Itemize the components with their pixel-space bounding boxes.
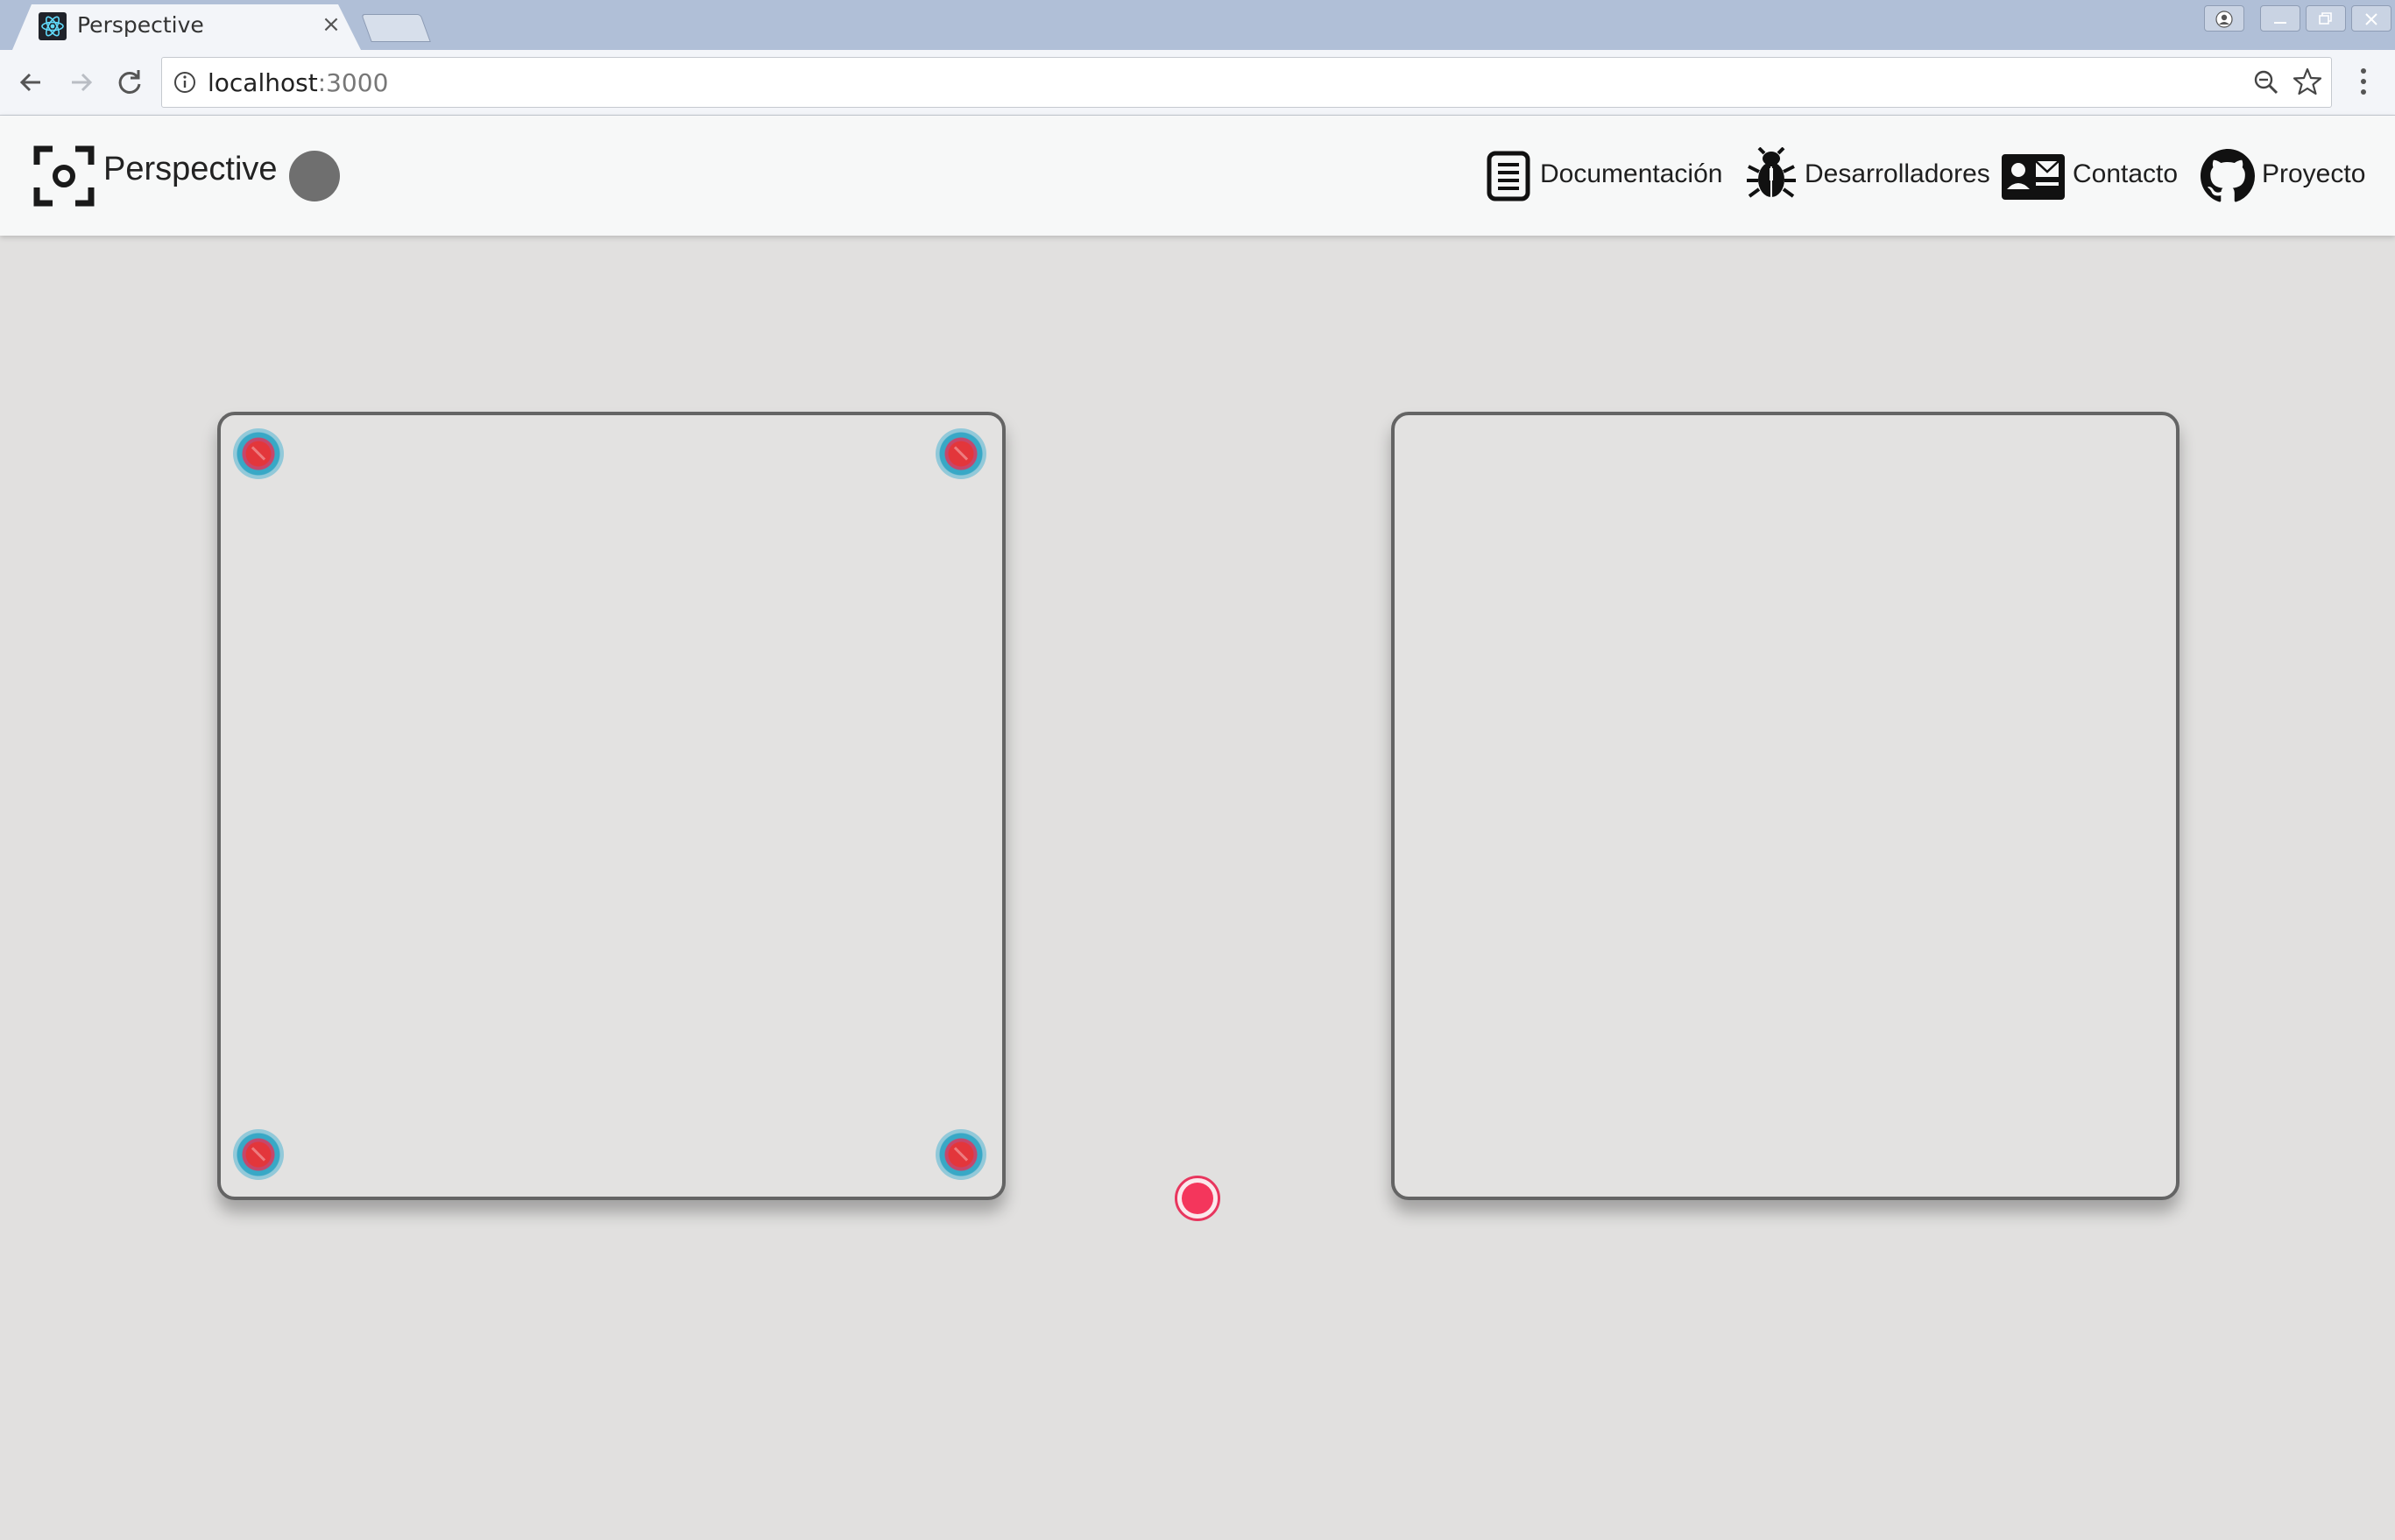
corner-handle-bottom-left[interactable] <box>233 1129 284 1180</box>
nav-link-proyecto[interactable]: Proyecto <box>2201 149 2366 202</box>
close-window-button[interactable] <box>2351 5 2391 32</box>
source-panel[interactable] <box>217 412 1006 1200</box>
restore-button[interactable] <box>2306 5 2346 32</box>
nav-label-desarrolladores: Desarrolladores <box>1805 159 1990 188</box>
output-panel[interactable] <box>1391 412 2180 1200</box>
tab-close-icon[interactable]: × <box>319 12 343 37</box>
profile-button[interactable] <box>2204 5 2244 32</box>
camera-focus-icon[interactable] <box>33 145 95 207</box>
minimize-icon <box>2274 22 2286 24</box>
forward-arrow-icon[interactable] <box>63 65 98 100</box>
close-icon <box>2365 13 2377 25</box>
nav-link-desarrolladores[interactable]: Desarrolladores <box>1747 147 1990 201</box>
info-icon[interactable] <box>173 70 197 95</box>
github-icon <box>2201 149 2255 202</box>
corner-handle-top-left[interactable] <box>233 428 284 479</box>
minimize-button[interactable] <box>2260 5 2300 32</box>
nav-link-documentacion[interactable]: Documentación <box>1486 151 1722 201</box>
contact-card-icon <box>2002 154 2065 200</box>
tab-title[interactable]: Perspective <box>77 12 204 38</box>
zoom-icon[interactable] <box>2252 68 2280 96</box>
browser-toolbar: localhost:3000 <box>0 50 2395 116</box>
document-icon <box>1487 151 1530 201</box>
browser-tabstrip: Perspective × <box>0 0 2395 50</box>
url-text[interactable]: localhost:3000 <box>208 68 388 97</box>
corner-handle-top-right[interactable] <box>936 428 986 479</box>
reload-icon[interactable] <box>112 65 147 100</box>
profile-icon <box>2215 11 2233 28</box>
url-port: :3000 <box>317 68 389 97</box>
back-arrow-icon[interactable] <box>14 65 49 100</box>
new-tab-button[interactable] <box>361 14 431 42</box>
brand-title[interactable]: Perspective <box>103 151 278 188</box>
address-bar[interactable]: localhost:3000 <box>161 57 2332 108</box>
nav-link-contacto[interactable]: Contacto <box>2001 151 2178 201</box>
nav-label-contacto: Contacto <box>2073 159 2179 188</box>
react-favicon-icon <box>39 12 67 40</box>
status-indicator <box>289 151 340 201</box>
bookmark-star-icon[interactable] <box>2293 67 2322 96</box>
nav-label-documentacion: Documentación <box>1540 159 1723 188</box>
app-navbar: Perspective Documentación Desarrolladore… <box>0 116 2395 236</box>
corner-handle-bottom-right[interactable] <box>936 1129 986 1180</box>
browser-menu-icon[interactable] <box>2353 62 2374 101</box>
restore-icon <box>2319 12 2332 25</box>
transform-button[interactable] <box>1175 1176 1220 1221</box>
nav-label-proyecto: Proyecto <box>2262 159 2366 188</box>
url-host: localhost <box>208 68 318 97</box>
bug-icon <box>1747 147 1796 198</box>
